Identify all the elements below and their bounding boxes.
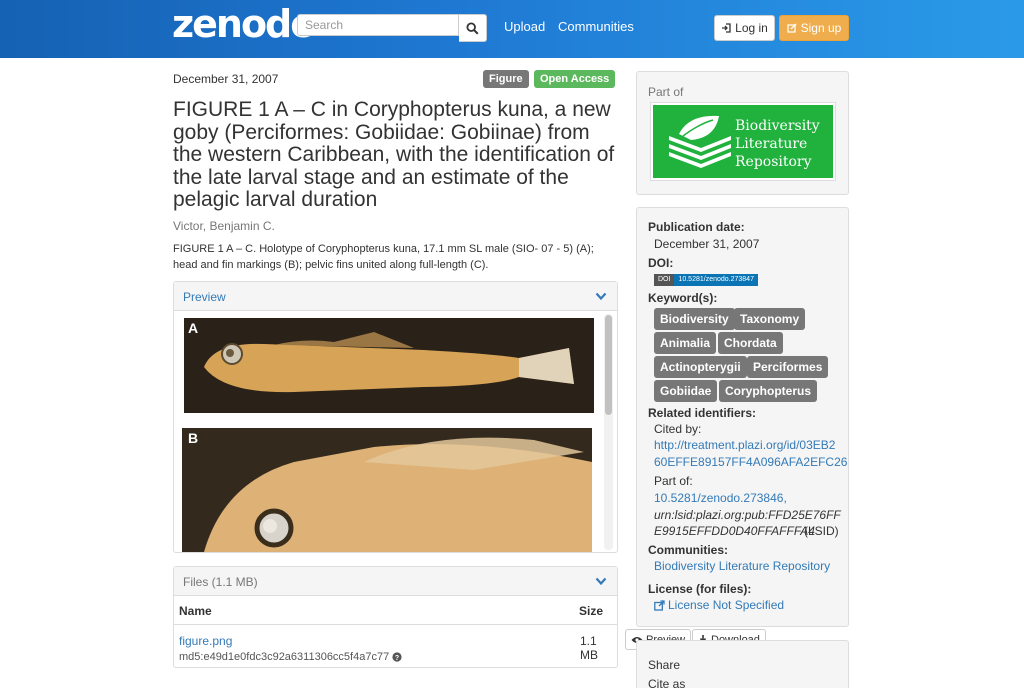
panel-label-a: A bbox=[188, 320, 198, 336]
question-circle-icon[interactable]: ? bbox=[392, 652, 402, 662]
keyword-tag[interactable]: Biodiversity bbox=[654, 308, 735, 330]
search-input[interactable] bbox=[297, 14, 459, 36]
edit-icon bbox=[787, 23, 797, 33]
part-of-lsid-line2: E9915EFFDD0D40FFAFFFA4 bbox=[654, 524, 815, 538]
preview-scrollbar-thumb[interactable] bbox=[605, 315, 612, 415]
preview-scrollbar[interactable] bbox=[604, 314, 613, 550]
preview-heading: Preview bbox=[183, 290, 226, 304]
keyword-tag[interactable]: Gobiidae bbox=[654, 380, 718, 402]
keyword-tag[interactable]: Taxonomy bbox=[734, 308, 806, 330]
resource-type-badge[interactable]: Figure bbox=[483, 70, 529, 88]
nav-upload-link[interactable]: Upload bbox=[504, 19, 545, 34]
publication-date-value: December 31, 2007 bbox=[654, 237, 760, 251]
doi-label: DOI: bbox=[648, 256, 674, 270]
files-panel-header[interactable]: Files (1.1 MB) bbox=[174, 567, 617, 596]
file-link[interactable]: figure.png bbox=[179, 634, 232, 648]
access-right-badge[interactable]: Open Access bbox=[534, 70, 616, 88]
file-size: 1.1 MB bbox=[580, 634, 598, 662]
part-of-ids-label: Part of: bbox=[654, 474, 693, 488]
share-panel: Share Cite as bbox=[636, 640, 849, 688]
community-link[interactable]: Biodiversity Literature Repository bbox=[654, 559, 830, 573]
record-info-panel: Publication date: December 31, 2007 DOI:… bbox=[636, 207, 849, 627]
doi-badge[interactable]: DOI 10.5281/zenodo.273847 bbox=[654, 274, 758, 286]
cite-as-label: Cite as bbox=[648, 677, 686, 688]
chevron-down-icon[interactable] bbox=[595, 577, 607, 586]
top-navbar: zenodo Upload Communities Log in Sign up bbox=[0, 0, 1024, 58]
signup-label: Sign up bbox=[800, 21, 842, 35]
doi-badge-value: 10.5281/zenodo.273847 bbox=[674, 274, 758, 286]
cited-by-label: Cited by: bbox=[654, 422, 702, 436]
part-of-doi-link[interactable]: 10.5281/zenodo.273846, bbox=[654, 491, 787, 505]
publication-date-label: Publication date: bbox=[648, 220, 745, 234]
sign-in-icon bbox=[722, 23, 731, 33]
nav-communities-link[interactable]: Communities bbox=[558, 19, 634, 34]
column-size-header: Size bbox=[579, 604, 604, 618]
cited-by-link-line2[interactable]: 60EFFE89157FF4A096AFA2EFC26 bbox=[654, 455, 847, 469]
file-md5-text: md5:e49d1e0fdc3c92a6311306cc5f4a7c77 bbox=[179, 651, 390, 663]
books-leaf-icon bbox=[669, 115, 731, 168]
part-of-label: Part of bbox=[648, 85, 684, 99]
record-date: December 31, 2007 bbox=[173, 72, 279, 86]
files-heading: Files (1.1 MB) bbox=[183, 575, 258, 589]
search-form bbox=[297, 14, 487, 42]
preview-panel-header[interactable]: Preview bbox=[174, 282, 617, 311]
community-logo-text: Biodiversity Literature Repository bbox=[735, 118, 820, 170]
column-name-header: Name bbox=[179, 604, 212, 618]
license-link[interactable]: License Not Specified bbox=[654, 598, 784, 612]
doi-badge-prefix: DOI bbox=[654, 274, 675, 286]
table-row: figure.png md5:e49d1e0fdc3c92a6311306cc5… bbox=[174, 625, 617, 665]
record-author: Victor, Benjamin C. bbox=[173, 219, 275, 233]
files-table-header: Name Size bbox=[174, 596, 617, 625]
fish-figure-image: A B bbox=[182, 318, 594, 552]
preview-panel: Preview A B bbox=[173, 281, 618, 553]
share-label: Share bbox=[648, 658, 681, 672]
chevron-down-icon[interactable] bbox=[595, 292, 607, 301]
search-icon bbox=[466, 21, 479, 35]
preview-image-viewport[interactable]: A B bbox=[174, 312, 617, 552]
keyword-tag[interactable]: Coryphopterus bbox=[719, 380, 818, 402]
signup-button[interactable]: Sign up bbox=[779, 15, 849, 41]
communities-label: Communities: bbox=[648, 543, 729, 557]
file-checksum: md5:e49d1e0fdc3c92a6311306cc5f4a7c77 ? bbox=[179, 651, 402, 663]
keyword-tag[interactable]: Animalia bbox=[654, 332, 717, 354]
login-button[interactable]: Log in bbox=[714, 15, 775, 41]
record-description: FIGURE 1 A – C. Holotype of Coryphopteru… bbox=[173, 243, 594, 271]
login-label: Log in bbox=[735, 21, 768, 35]
related-identifiers-label: Related identifiers: bbox=[648, 406, 757, 420]
files-panel: Files (1.1 MB) Name Size figure.png md5:… bbox=[173, 566, 618, 668]
keyword-tag[interactable]: Actinopterygii bbox=[654, 356, 747, 378]
license-text: License Not Specified bbox=[668, 598, 785, 612]
external-link-icon bbox=[654, 599, 665, 611]
license-label: License (for files): bbox=[648, 582, 752, 596]
zenodo-logo[interactable]: zenodo bbox=[172, 2, 316, 46]
part-of-lsid-suffix: (LSID) bbox=[804, 524, 839, 538]
record-title: FIGURE 1 A – C in Coryphopterus kuna, a … bbox=[173, 98, 615, 212]
part-of-panel: Part of Biodiversity Literature Reposito… bbox=[636, 71, 849, 195]
keyword-tag[interactable]: Chordata bbox=[718, 332, 783, 354]
svg-text:?: ? bbox=[395, 655, 399, 662]
cited-by-link-line1[interactable]: http://treatment.plazi.org/id/03EB2 bbox=[654, 438, 835, 452]
community-logo[interactable]: Biodiversity Literature Repository bbox=[650, 102, 836, 181]
part-of-lsid-line1: urn:lsid:plazi.org:pub:FFD25E76FF bbox=[654, 508, 841, 522]
search-button[interactable] bbox=[459, 14, 487, 42]
panel-label-b: B bbox=[188, 430, 198, 446]
keyword-tag[interactable]: Perciformes bbox=[747, 356, 829, 378]
keywords-label: Keyword(s): bbox=[648, 291, 718, 305]
